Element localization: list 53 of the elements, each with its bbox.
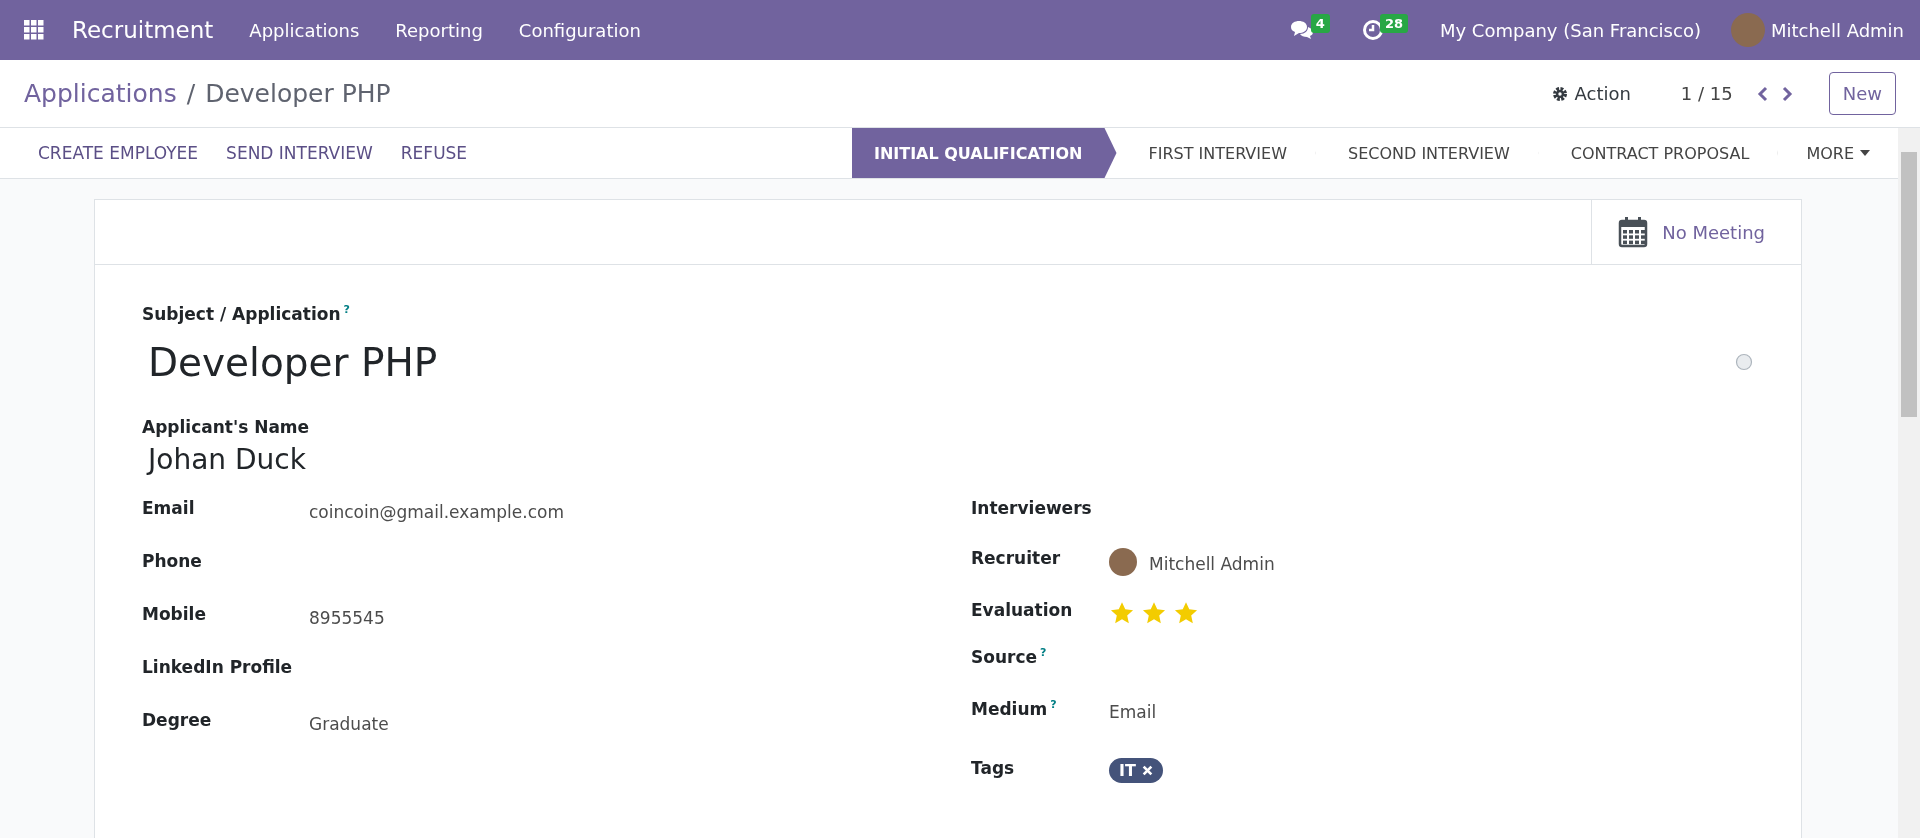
chevron-left-icon	[1756, 85, 1769, 102]
scrollbar[interactable]	[1898, 128, 1920, 838]
nav-menu-item[interactable]: Applications	[249, 19, 360, 41]
apps-menu-icon[interactable]	[24, 20, 44, 40]
field-label: Degree	[142, 709, 213, 730]
action-button[interactable]: REFUSE	[386, 128, 482, 178]
action-button[interactable]: Action	[1546, 82, 1637, 105]
chat-icon[interactable]	[1288, 19, 1315, 41]
field-label: Evaluation	[971, 599, 1074, 620]
field-value: Graduate	[309, 712, 390, 734]
close-icon[interactable]	[1141, 764, 1153, 776]
user-menu[interactable]: Mitchell Admin	[1770, 19, 1904, 41]
field-value: Email	[1109, 700, 1158, 722]
pager-value[interactable]: 1 / 15	[1680, 83, 1733, 104]
chevron-right-icon	[1780, 85, 1793, 102]
field-label: Applicant's Name	[142, 416, 310, 437]
settings-icon	[1552, 85, 1569, 102]
field-label: Mobile	[142, 603, 207, 624]
subject-field[interactable]: Developer PHP	[142, 339, 438, 385]
field-label: Medium$^{?}$	[971, 697, 1058, 719]
nav-menu-item[interactable]: Reporting	[395, 19, 483, 41]
caret-icon	[1860, 150, 1870, 156]
breadcrumb-separator: /	[186, 79, 196, 108]
applicant-name-field[interactable]: Johan Duck	[142, 442, 1753, 476]
status-circle-icon[interactable]	[1735, 353, 1753, 372]
field-value: Mitchell Admin	[1149, 552, 1275, 574]
field-value: 8955545	[309, 606, 386, 628]
breadcrumb-current: Developer PHP	[205, 79, 391, 108]
clock-icon[interactable]	[1361, 19, 1384, 41]
nav-menu-item[interactable]: Configuration	[518, 19, 641, 41]
user-avatar-icon[interactable]	[1730, 13, 1765, 47]
action-button[interactable]: CREATE EMPLOYEE	[24, 128, 213, 178]
tag-chip[interactable]: IT	[1109, 757, 1163, 783]
field-label: Interviewers	[971, 497, 1093, 518]
stage-button[interactable]: INITIAL QUALIFICATION	[851, 128, 1117, 178]
company-switcher[interactable]: My Company (San Francisco)	[1439, 19, 1701, 41]
more-button[interactable]: MORE	[1778, 128, 1898, 178]
action-button[interactable]: SEND INTERVIEW	[212, 128, 387, 178]
breadcrumb-link[interactable]: Applications	[24, 79, 177, 108]
field-label: Recruiter	[971, 547, 1062, 568]
field-label: LinkedIn Profile	[142, 656, 294, 677]
field-label: Tags	[971, 757, 1016, 778]
notification-badge: 28	[1379, 13, 1408, 33]
field-label: Subject / Application$^{?}$	[142, 303, 350, 324]
notification-badge: 4	[1310, 13, 1330, 33]
app-title[interactable]: Recruitment	[72, 17, 214, 43]
field-value: coincoin@gmail.example.com	[309, 500, 565, 522]
field-label: Email	[142, 497, 196, 518]
field-label: Phone	[142, 550, 203, 571]
avatar-icon	[1109, 547, 1137, 576]
new-button[interactable]: New	[1828, 72, 1896, 115]
calendar-icon	[1618, 216, 1649, 248]
field-label: Source$^{?}$	[971, 645, 1048, 667]
